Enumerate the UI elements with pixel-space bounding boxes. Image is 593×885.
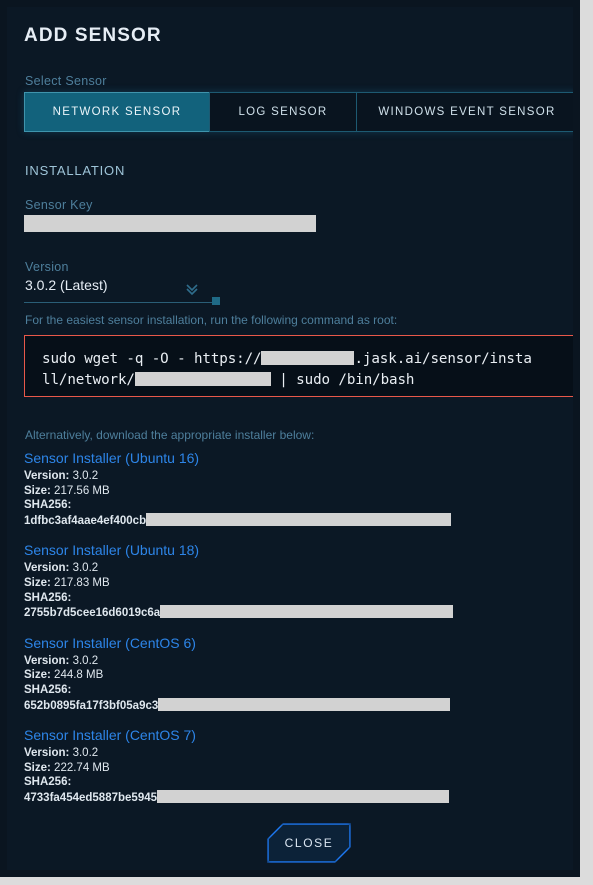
installer-version-value: 3.0.2 bbox=[72, 562, 99, 575]
installer-sha-redaction bbox=[157, 789, 450, 803]
install-command-text: sudo wget -q -O - https:// .jask.ai/senso… bbox=[42, 349, 532, 391]
command-line1-prefix: sudo wget -q -O - https:// bbox=[42, 351, 262, 367]
installer-version-label: Version: bbox=[24, 747, 70, 760]
installer-sha-label: SHA256: bbox=[24, 499, 72, 512]
installer-version-value: 3.0.2 bbox=[72, 654, 99, 667]
version-select[interactable]: 3.0.2 (Latest) bbox=[24, 277, 220, 305]
select-sensor-label: Select Sensor bbox=[25, 74, 107, 88]
installer-sha-prefix: 2755b7d5cee16d6019c6a bbox=[24, 607, 161, 620]
installer-version-label: Version: bbox=[24, 470, 70, 482]
command-line2-prefix: ll/network/ bbox=[42, 372, 135, 388]
tab-log-sensor-label: LOG SENSOR bbox=[238, 106, 328, 118]
installer-size-row: Size: 222.74 MB bbox=[24, 761, 564, 776]
list-item: Sensor Installer (CentOS 6) Version: 3.0… bbox=[24, 635, 564, 713]
tab-windows-event-sensor[interactable]: WINDOWS EVENT SENSOR bbox=[356, 92, 573, 132]
installer-sha-label: SHA256: bbox=[24, 683, 72, 696]
command-hint: For the easiest sensor installation, run… bbox=[25, 313, 398, 327]
installer-sha-prefix: 4733fa454ed5887be5945 bbox=[24, 791, 158, 804]
installer-link-centos-6[interactable]: Sensor Installer (CentOS 6) bbox=[24, 635, 564, 651]
installer-version-row: Version: 3.0.2 bbox=[24, 469, 564, 484]
installer-sha-row: 4733fa454ed5887be5945 bbox=[24, 789, 564, 806]
installer-sha-redaction bbox=[160, 605, 454, 619]
installer-sha-row: 2755b7d5cee16d6019c6a bbox=[24, 605, 564, 621]
installer-version-row: Version: 3.0.2 bbox=[24, 746, 564, 761]
installer-sha-label: SHA256: bbox=[24, 591, 72, 604]
installer-version-value: 3.0.2 bbox=[72, 470, 99, 482]
installer-sha-redaction bbox=[146, 512, 452, 526]
installer-size-value: 217.56 MB bbox=[54, 484, 110, 497]
installer-version-label: Version: bbox=[24, 654, 70, 667]
installer-version-value: 3.0.2 bbox=[72, 747, 99, 760]
installer-link-ubuntu-16[interactable]: Sensor Installer (Ubuntu 16) bbox=[24, 450, 564, 466]
sensor-key-field[interactable] bbox=[24, 215, 316, 232]
installer-sha-prefix: 652b0895fa17f3bf05a9c3 bbox=[24, 699, 159, 712]
list-item: Sensor Installer (Ubuntu 16) Version: 3.… bbox=[24, 450, 564, 528]
command-line1-suffix: .jask.ai/sensor/insta bbox=[354, 351, 532, 367]
tab-network-sensor[interactable]: NETWORK SENSOR bbox=[24, 92, 210, 132]
sensor-key-label: Sensor Key bbox=[25, 198, 93, 212]
installer-size-value: 222.74 MB bbox=[54, 761, 110, 774]
version-select-value: 3.0.2 (Latest) bbox=[25, 277, 108, 293]
installer-sha-row: 652b0895fa17f3bf05a9c3 bbox=[24, 697, 564, 714]
sensor-type-tabs: NETWORK SENSOR LOG SENSOR WINDOWS EVENT … bbox=[24, 92, 573, 132]
installer-size-row: Size: 217.83 MB bbox=[24, 576, 564, 591]
close-button-label: CLOSE bbox=[284, 836, 334, 850]
installer-sha-row: 1dfbc3af4aae4ef400cb bbox=[24, 512, 564, 529]
installer-size-label: Size: bbox=[24, 669, 51, 682]
installer-link-centos-7[interactable]: Sensor Installer (CentOS 7) bbox=[24, 727, 564, 743]
list-item: Sensor Installer (CentOS 7) Version: 3.0… bbox=[24, 727, 564, 805]
add-sensor-dialog: ADD SENSOR Select Sensor NETWORK SENSOR … bbox=[7, 7, 573, 870]
version-label: Version bbox=[25, 260, 69, 274]
installer-version-label: Version: bbox=[24, 562, 70, 575]
installer-list: Sensor Installer (Ubuntu 16) Version: 3.… bbox=[24, 450, 564, 820]
install-command-box[interactable]: sudo wget -q -O - https:// .jask.ai/senso… bbox=[24, 335, 573, 397]
chevron-double-down-icon bbox=[184, 282, 200, 303]
tab-log-sensor[interactable]: LOG SENSOR bbox=[209, 92, 357, 132]
installer-size-label: Size: bbox=[24, 576, 51, 589]
installer-size-value: 217.83 MB bbox=[54, 576, 110, 589]
installer-version-row: Version: 3.0.2 bbox=[24, 654, 564, 669]
command-path-redaction bbox=[134, 372, 271, 386]
installation-heading: INSTALLATION bbox=[25, 163, 126, 178]
close-button-wrap: CLOSE bbox=[267, 823, 351, 863]
installer-size-row: Size: 217.56 MB bbox=[24, 484, 564, 499]
list-item: Sensor Installer (Ubuntu 18) Version: 3.… bbox=[24, 542, 564, 620]
command-line2-suffix: | sudo /bin/bash bbox=[270, 372, 415, 388]
version-select-underline bbox=[24, 302, 214, 303]
installer-version-row: Version: 3.0.2 bbox=[24, 561, 564, 576]
installer-sha-redaction bbox=[158, 697, 451, 711]
page-title: ADD SENSOR bbox=[24, 25, 162, 46]
installer-sha-prefix: 1dfbc3af4aae4ef400cb bbox=[24, 514, 147, 527]
dialog-backdrop: ADD SENSOR Select Sensor NETWORK SENSOR … bbox=[0, 0, 580, 877]
installer-link-ubuntu-18[interactable]: Sensor Installer (Ubuntu 18) bbox=[24, 542, 564, 558]
installer-size-label: Size: bbox=[24, 761, 51, 774]
version-select-handle[interactable] bbox=[212, 297, 220, 305]
close-button[interactable]: CLOSE bbox=[269, 825, 349, 861]
tab-windows-event-sensor-label: WINDOWS EVENT SENSOR bbox=[378, 106, 556, 118]
installer-size-row: Size: 244.8 MB bbox=[24, 668, 564, 683]
command-host-redaction bbox=[261, 351, 355, 365]
installer-sha-label: SHA256: bbox=[24, 776, 72, 789]
installer-size-value: 244.8 MB bbox=[54, 669, 104, 682]
installer-size-label: Size: bbox=[24, 484, 51, 497]
alternatively-text: Alternatively, download the appropriate … bbox=[25, 428, 315, 442]
tab-network-sensor-label: NETWORK SENSOR bbox=[52, 106, 182, 118]
